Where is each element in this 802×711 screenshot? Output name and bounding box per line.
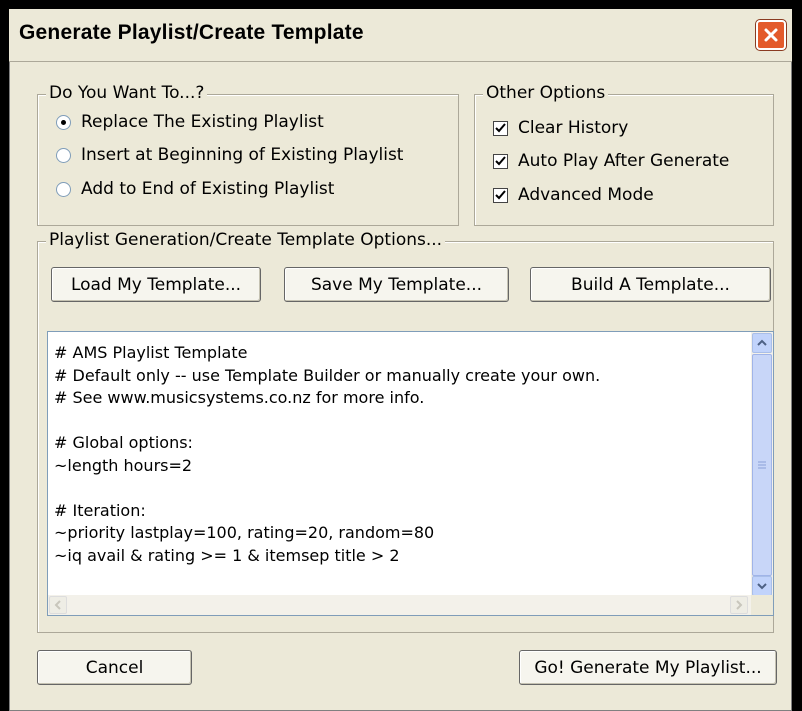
save-template-button[interactable]: Save My Template... xyxy=(284,267,509,302)
chevron-up-icon xyxy=(757,339,767,346)
scrollbar-corner xyxy=(751,595,773,615)
template-line: ~priority lastplay=100, rating=20, rando… xyxy=(54,523,435,542)
template-options-legend: Playlist Generation/Create Template Opti… xyxy=(46,230,446,250)
other-options-group: Other Options Clear History Auto Play Af… xyxy=(474,83,774,226)
radio-add-end[interactable]: Add to End of Existing Playlist xyxy=(56,177,334,201)
vertical-scrollbar[interactable] xyxy=(751,332,773,597)
other-options-legend: Other Options xyxy=(483,83,609,103)
checkbox-clear-history[interactable]: Clear History xyxy=(493,116,628,140)
load-template-button[interactable]: Load My Template... xyxy=(51,267,261,302)
checkmark-icon xyxy=(495,189,506,199)
template-line xyxy=(54,410,734,433)
checkbox-label: Auto Play After Generate xyxy=(518,151,730,171)
close-button[interactable] xyxy=(756,20,786,50)
radio-button[interactable] xyxy=(56,147,71,163)
template-editor[interactable]: # AMS Playlist Template # Default only --… xyxy=(47,331,774,616)
checkbox[interactable] xyxy=(493,153,508,169)
chevron-left-icon xyxy=(54,600,61,610)
radio-insert-beginning[interactable]: Insert at Beginning of Existing Playlist xyxy=(56,143,403,167)
template-line: # AMS Playlist Template xyxy=(54,343,248,362)
close-icon xyxy=(764,28,778,42)
radio-label: Insert at Beginning of Existing Playlist xyxy=(81,145,404,165)
generate-playlist-button[interactable]: Go! Generate My Playlist... xyxy=(519,650,777,685)
template-line: # See www.musicsystems.co.nz for more in… xyxy=(54,388,425,407)
radio-button[interactable] xyxy=(56,114,71,130)
scroll-down-button[interactable] xyxy=(752,576,772,596)
title-bar[interactable]: Generate Playlist/Create Template xyxy=(9,9,792,62)
scroll-right-button[interactable] xyxy=(730,596,748,614)
checkbox-auto-play[interactable]: Auto Play After Generate xyxy=(493,149,729,173)
chevron-down-icon xyxy=(757,583,767,590)
checkbox[interactable] xyxy=(493,187,508,203)
mode-group: Do You Want To...? Replace The Existing … xyxy=(37,83,459,226)
template-line xyxy=(54,477,734,500)
template-line: # Iteration: xyxy=(54,500,146,520)
scroll-left-button[interactable] xyxy=(49,596,67,614)
window-title: Generate Playlist/Create Template xyxy=(19,21,364,44)
checkbox-label: Clear History xyxy=(518,118,629,138)
grip-icon xyxy=(758,461,766,469)
checkmark-icon xyxy=(495,155,506,165)
template-line: ~iq avail & rating >= 1 & itemsep title … xyxy=(54,545,400,565)
template-line: # Default only -- use Template Builder o… xyxy=(54,365,601,385)
radio-label: Add to End of Existing Playlist xyxy=(81,179,335,199)
chevron-right-icon xyxy=(736,600,743,610)
radio-button[interactable] xyxy=(56,181,71,197)
scroll-up-button[interactable] xyxy=(752,333,772,353)
template-line: ~length hours=2 xyxy=(54,455,193,475)
checkbox[interactable] xyxy=(493,120,508,136)
mode-group-legend: Do You Want To...? xyxy=(46,83,208,103)
radio-label: Replace The Existing Playlist xyxy=(81,112,324,132)
template-text[interactable]: # AMS Playlist Template # Default only --… xyxy=(54,342,734,587)
scroll-thumb[interactable] xyxy=(752,354,772,576)
dialog-window: Generate Playlist/Create Template Do You… xyxy=(9,9,792,711)
radio-replace[interactable]: Replace The Existing Playlist xyxy=(56,110,324,134)
template-line: # Global options: xyxy=(54,433,193,452)
cancel-button[interactable]: Cancel xyxy=(37,650,192,685)
checkmark-icon xyxy=(495,122,506,132)
build-template-button[interactable]: Build A Template... xyxy=(530,267,771,302)
checkbox-label: Advanced Mode xyxy=(518,185,654,205)
checkbox-advanced-mode[interactable]: Advanced Mode xyxy=(493,183,654,207)
horizontal-scrollbar[interactable] xyxy=(48,595,751,615)
